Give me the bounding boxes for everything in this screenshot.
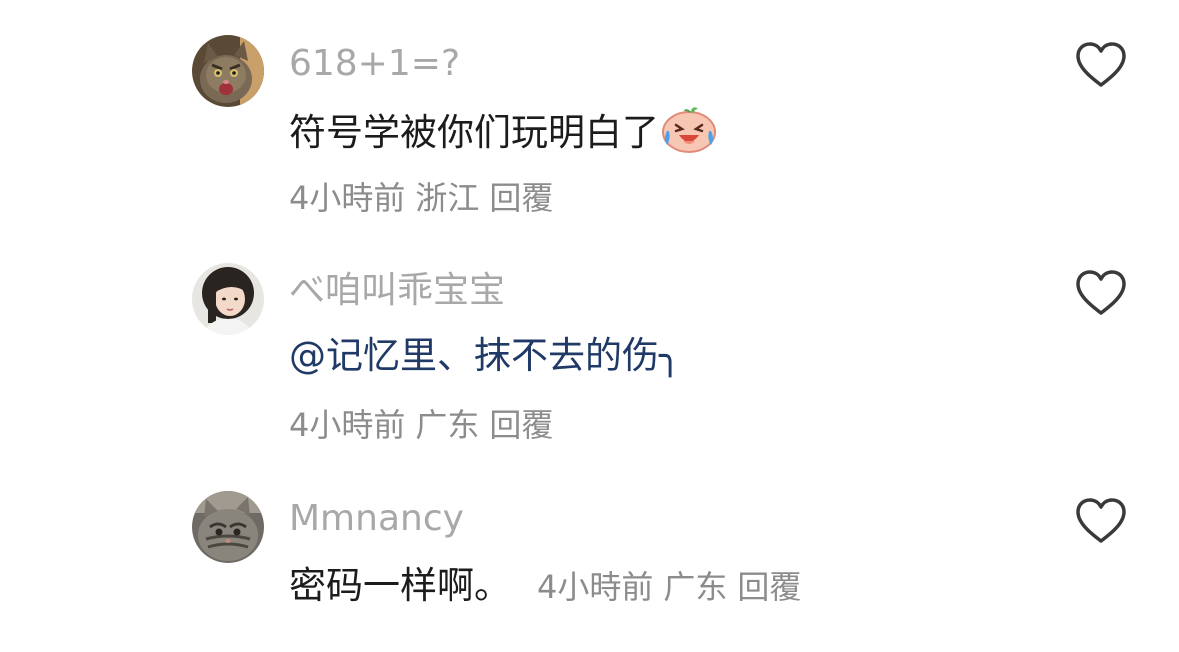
heart-outline-icon [1076,270,1126,315]
crying-laughing-face-icon [661,105,717,165]
heart-outline-icon [1076,498,1126,543]
cat-avatar-image [192,35,264,107]
comment-meta: 4小時前 广东 回覆 [537,568,801,606]
comment-username[interactable]: 618+1=? [289,42,460,86]
comment-text[interactable]: @记忆里、抹不去的伤╮ [289,332,681,380]
like-button[interactable] [1074,268,1128,318]
comment-text-body: 符号学被你们玩明白了 [289,111,659,154]
tabby-cat-avatar-image [192,491,264,563]
comment-text: 密码一样啊。 4小時前 广东 回覆 [289,562,801,611]
comment-time: 4小時前 [289,179,406,217]
comment-text: 符号学被你们玩明白了 [289,105,717,165]
avatar[interactable] [192,263,264,335]
avatar[interactable] [192,491,264,563]
reply-button[interactable]: 回覆 [489,406,553,444]
comment-username[interactable]: べ咱叫乖宝宝 [289,269,505,313]
comment-time: 4小時前 [537,568,654,606]
comment-meta: 4小時前 广东 回覆 [289,403,553,447]
comment-location: 广东 [415,406,480,444]
comment-time: 4小時前 [289,406,406,444]
heart-outline-icon [1076,42,1126,87]
like-button[interactable] [1074,40,1128,90]
comment-meta: 4小時前 浙江 回覆 [289,176,553,220]
comment-username[interactable]: Mmnancy [289,497,464,541]
comment-location: 浙江 [415,179,480,217]
girl-avatar-image [192,263,264,335]
like-button[interactable] [1074,496,1128,546]
avatar[interactable] [192,35,264,107]
comment-text-body: 密码一样啊。 [289,564,511,607]
reply-button[interactable]: 回覆 [489,179,553,217]
comment-location: 广东 [663,568,728,606]
reply-button[interactable]: 回覆 [737,568,801,606]
